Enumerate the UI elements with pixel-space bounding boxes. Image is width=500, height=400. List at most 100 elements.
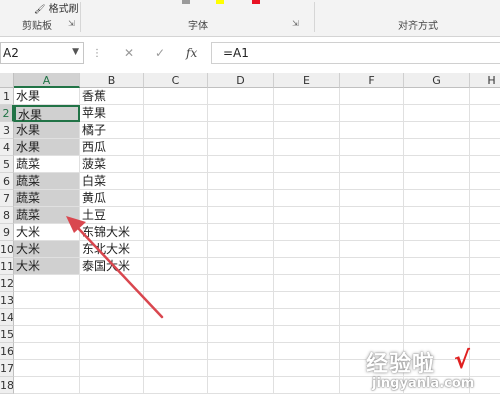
row-header-16[interactable]: 16 [0,343,14,360]
cell-e17[interactable] [274,360,340,377]
cell-d15[interactable] [208,326,274,343]
cell-b1[interactable]: 香蕉 [80,88,144,105]
cell-a18[interactable] [14,377,80,394]
cell-h6[interactable] [470,173,500,190]
cell-d7[interactable] [208,190,274,207]
cell-g2[interactable] [404,105,470,122]
resize-handle-icon[interactable]: ⋮ [92,48,102,59]
cell-b5[interactable]: 菠菜 [80,156,144,173]
formula-input[interactable]: =A1 [211,42,500,64]
cell-g7[interactable] [404,190,470,207]
column-header-a[interactable]: A [14,73,80,88]
cell-f1[interactable] [340,88,404,105]
cell-h15[interactable] [470,326,500,343]
highlight-color-swatch[interactable] [216,0,224,4]
cell-d8[interactable] [208,207,274,224]
cell-f7[interactable] [340,190,404,207]
cell-h10[interactable] [470,241,500,258]
cell-d18[interactable] [208,377,274,394]
column-header-d[interactable]: D [208,73,274,88]
cell-a6[interactable]: 蔬菜 [14,173,80,190]
cell-e3[interactable] [274,122,340,139]
cell-a8[interactable]: 蔬菜 [14,207,80,224]
row-header-5[interactable]: 5 [0,156,14,173]
column-header-e[interactable]: E [274,73,340,88]
cell-e14[interactable] [274,309,340,326]
clipboard-launcher-icon[interactable]: ⇲ [68,19,75,28]
cell-a13[interactable] [14,292,80,309]
cell-g6[interactable] [404,173,470,190]
cell-d14[interactable] [208,309,274,326]
cell-b12[interactable] [80,275,144,292]
row-header-4[interactable]: 4 [0,139,14,156]
cell-c4[interactable] [144,139,208,156]
cell-a9[interactable]: 大米 [14,224,80,241]
font-launcher-icon[interactable]: ⇲ [292,19,299,28]
cell-d6[interactable] [208,173,274,190]
cell-h7[interactable] [470,190,500,207]
cell-e10[interactable] [274,241,340,258]
cell-f15[interactable] [340,326,404,343]
cell-e13[interactable] [274,292,340,309]
cell-f10[interactable] [340,241,404,258]
format-painter-button[interactable]: 🖌 格式刷 [34,0,79,15]
cell-e11[interactable] [274,258,340,275]
cell-d16[interactable] [208,343,274,360]
cell-c9[interactable] [144,224,208,241]
cell-f11[interactable] [340,258,404,275]
cell-c10[interactable] [144,241,208,258]
cell-b3[interactable]: 橘子 [80,122,144,139]
cell-b15[interactable] [80,326,144,343]
cell-a2[interactable]: 水果 [14,105,80,122]
cell-d4[interactable] [208,139,274,156]
row-header-2[interactable]: 2 [0,105,14,122]
cell-b8[interactable]: 土豆 [80,207,144,224]
row-header-15[interactable]: 15 [0,326,14,343]
cell-d5[interactable] [208,156,274,173]
cell-h2[interactable] [470,105,500,122]
cell-c7[interactable] [144,190,208,207]
cell-g13[interactable] [404,292,470,309]
cell-b6[interactable]: 白菜 [80,173,144,190]
cell-b9[interactable]: 东锦大米 [80,224,144,241]
row-header-18[interactable]: 18 [0,377,14,394]
cell-h11[interactable] [470,258,500,275]
cell-e2[interactable] [274,105,340,122]
cell-c14[interactable] [144,309,208,326]
cell-b13[interactable] [80,292,144,309]
cell-c15[interactable] [144,326,208,343]
cell-a3[interactable]: 水果 [14,122,80,139]
cell-d1[interactable] [208,88,274,105]
cell-d10[interactable] [208,241,274,258]
cell-h14[interactable] [470,309,500,326]
cell-a17[interactable] [14,360,80,377]
cell-c1[interactable] [144,88,208,105]
cell-b10[interactable]: 东北大米 [80,241,144,258]
column-header-h[interactable]: H [470,73,500,88]
font-color-swatch[interactable] [252,0,260,4]
cell-h13[interactable] [470,292,500,309]
cell-f13[interactable] [340,292,404,309]
cell-f12[interactable] [340,275,404,292]
cell-c5[interactable] [144,156,208,173]
cell-d17[interactable] [208,360,274,377]
cell-h8[interactable] [470,207,500,224]
name-box[interactable]: A2 ▼ [0,42,84,64]
cell-b11[interactable]: 泰国大米 [80,258,144,275]
row-header-6[interactable]: 6 [0,173,14,190]
cell-f3[interactable] [340,122,404,139]
insert-function-icon[interactable]: fx [186,46,197,60]
cell-f14[interactable] [340,309,404,326]
column-header-b[interactable]: B [80,73,144,88]
cell-g5[interactable] [404,156,470,173]
cell-h3[interactable] [470,122,500,139]
cell-e8[interactable] [274,207,340,224]
row-header-10[interactable]: 10 [0,241,14,258]
row-header-3[interactable]: 3 [0,122,14,139]
cell-a4[interactable]: 水果 [14,139,80,156]
cell-b4[interactable]: 西瓜 [80,139,144,156]
cell-f6[interactable] [340,173,404,190]
cell-d12[interactable] [208,275,274,292]
row-header-14[interactable]: 14 [0,309,14,326]
column-header-f[interactable]: F [340,73,404,88]
